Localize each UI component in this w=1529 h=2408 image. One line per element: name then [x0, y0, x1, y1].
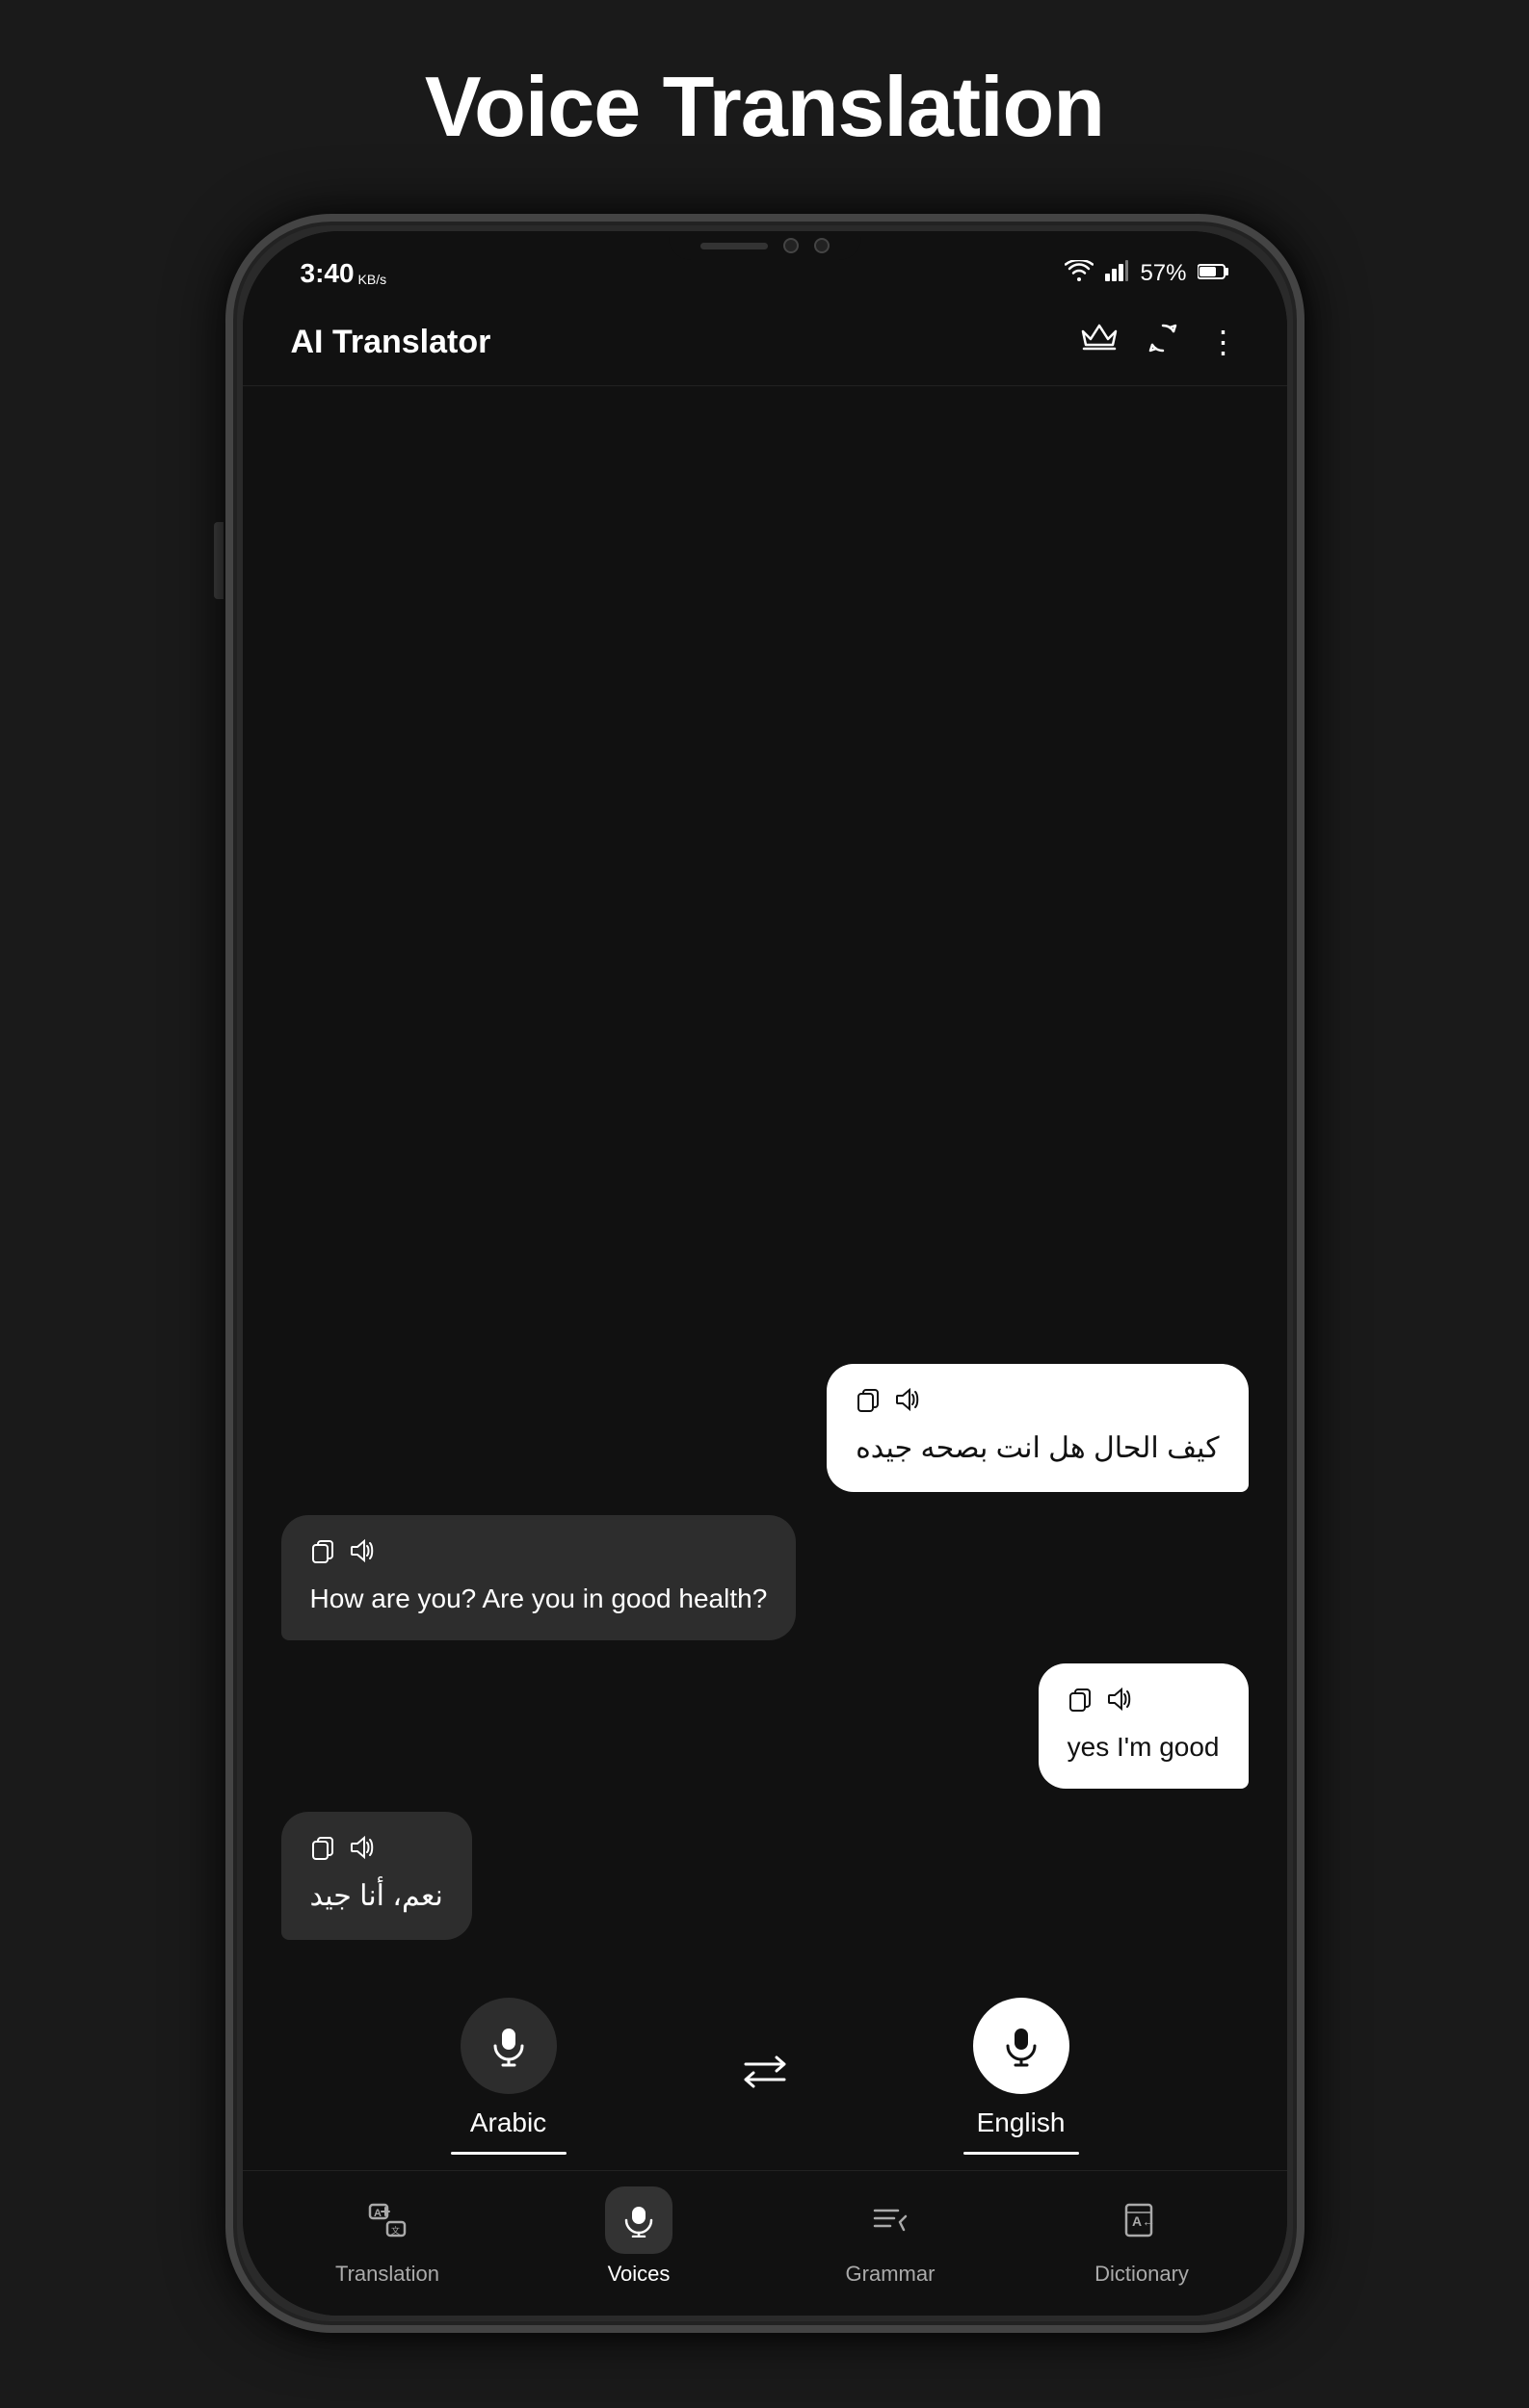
chat-bubble-4: نعم، أنا جيد	[281, 1812, 472, 1940]
phone-screen: 3:40 KB/s	[243, 231, 1287, 2316]
refresh-icon[interactable]	[1147, 322, 1179, 362]
speaker-icon-4[interactable]	[349, 1835, 376, 1867]
bubble-text-3: yes I'm good	[1068, 1728, 1220, 1766]
dictionary-nav-label: Dictionary	[1094, 2262, 1189, 2287]
header-icons: ⋮	[1081, 322, 1239, 362]
copy-icon-3[interactable]	[1068, 1687, 1093, 1718]
svg-text:文: 文	[391, 2225, 400, 2236]
speaker-icon-3[interactable]	[1106, 1687, 1133, 1718]
copy-icon-1[interactable]	[856, 1387, 881, 1419]
status-kb: KB/s	[358, 272, 387, 287]
chat-bubble-2: How are you? Are you in good health?	[281, 1515, 797, 1640]
bubble-text-1: كيف الحال هل انت بصحه جيده	[856, 1428, 1219, 1469]
arabic-section: Arabic	[281, 1998, 736, 2155]
language-controls: Arabic	[243, 1969, 1287, 2170]
bubble-text-4: نعم، أنا جيد	[310, 1876, 443, 1917]
battery-icon	[1198, 261, 1228, 286]
app-header: AI Translator	[243, 299, 1287, 386]
copy-icon-4[interactable]	[310, 1835, 335, 1867]
grammar-nav-label: Grammar	[846, 2262, 936, 2287]
page-title: Voice Translation	[425, 58, 1104, 156]
phone-device: 3:40 KB/s	[225, 214, 1305, 2333]
battery-percent: 57%	[1140, 260, 1186, 287]
crown-icon[interactable]	[1081, 324, 1118, 360]
svg-text:A↔: A↔	[1132, 2213, 1155, 2229]
bubble-text-2: How are you? Are you in good health?	[310, 1580, 768, 1617]
arabic-underline	[451, 2152, 567, 2155]
phone-frame: 3:40 KB/s	[225, 214, 1305, 2333]
signal-icon	[1105, 260, 1128, 287]
chat-bubble-3: yes I'm good	[1039, 1663, 1249, 1789]
voices-nav-label: Voices	[608, 2262, 671, 2287]
speaker-icon-1[interactable]	[894, 1387, 921, 1419]
app-title: AI Translator	[291, 324, 491, 361]
arabic-label: Arabic	[470, 2107, 546, 2138]
chat-area: كيف الحال هل انت بصحه جيده	[243, 386, 1287, 1969]
wifi-icon	[1065, 260, 1094, 287]
english-mic-button[interactable]	[973, 1998, 1069, 2094]
bottom-nav: A 文 Translation	[243, 2170, 1287, 2316]
arabic-mic-button[interactable]	[461, 1998, 557, 2094]
nav-item-translation[interactable]: A 文 Translation	[262, 2186, 514, 2287]
nav-item-dictionary[interactable]: A↔ Dictionary	[1016, 2186, 1268, 2287]
voices-nav-icon	[605, 2186, 672, 2254]
nav-item-voices[interactable]: Voices	[514, 2186, 765, 2287]
copy-icon-2[interactable]	[310, 1538, 335, 1570]
english-section: English	[794, 1998, 1249, 2155]
swap-button[interactable]	[736, 2053, 794, 2101]
speaker-icon-2[interactable]	[349, 1538, 376, 1570]
nav-item-grammar[interactable]: Grammar	[765, 2186, 1016, 2287]
english-label: English	[977, 2107, 1066, 2138]
svg-text:A: A	[374, 2208, 382, 2219]
side-button	[214, 522, 224, 599]
translation-nav-icon: A 文	[354, 2186, 421, 2254]
chat-bubble-1: كيف الحال هل انت بصحه جيده	[827, 1364, 1248, 1492]
dictionary-nav-icon: A↔	[1108, 2186, 1175, 2254]
translation-nav-label: Translation	[335, 2262, 439, 2287]
grammar-nav-icon	[857, 2186, 924, 2254]
status-icons: 57%	[1065, 260, 1228, 287]
menu-icon[interactable]: ⋮	[1208, 324, 1239, 360]
status-time: 3:40 KB/s	[301, 258, 387, 289]
english-underline	[963, 2152, 1079, 2155]
